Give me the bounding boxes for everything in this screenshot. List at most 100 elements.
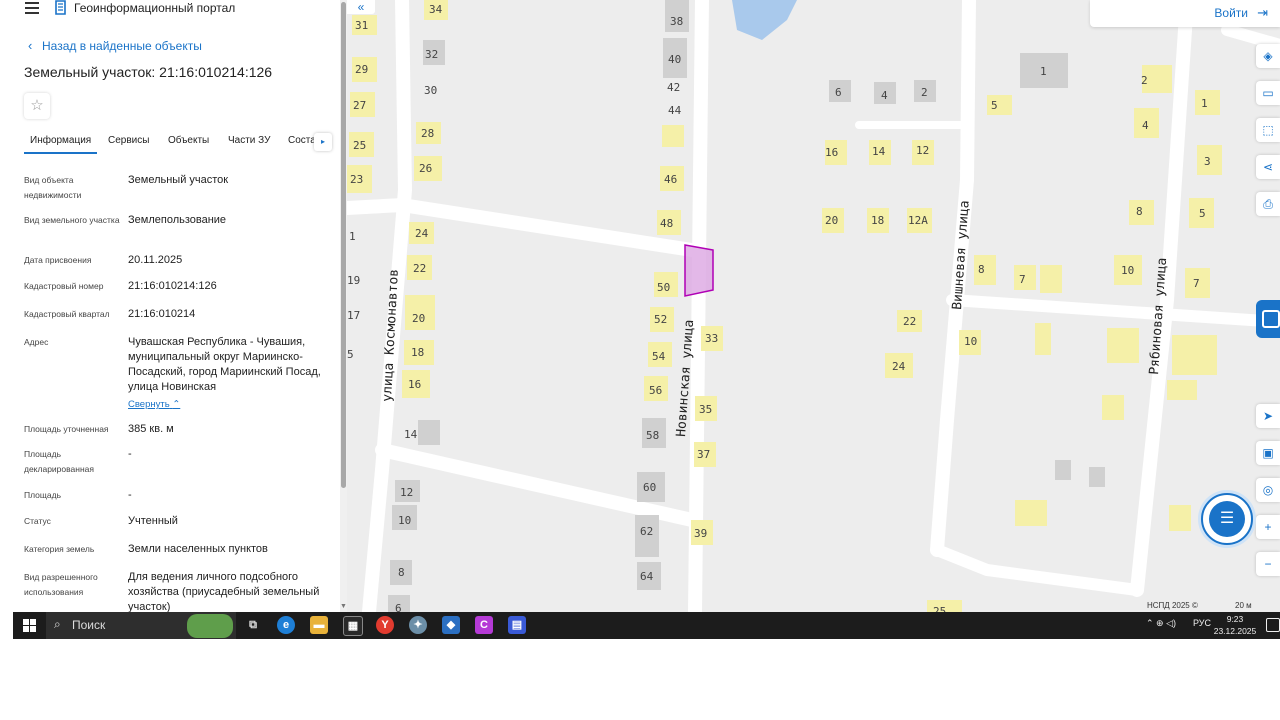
vpn-icon[interactable]: ◆ xyxy=(442,616,460,634)
collapse-label: Свернуть xyxy=(128,399,170,410)
house-number: 52 xyxy=(654,313,667,326)
edge-icon[interactable]: e xyxy=(277,616,295,634)
house-number: 32 xyxy=(425,48,438,61)
detail-label: Адрес xyxy=(24,337,49,347)
street-label: Вишневая улица xyxy=(950,200,973,310)
house-number: 29 xyxy=(355,63,368,76)
house-number: 54 xyxy=(652,350,666,363)
selected-parcel[interactable] xyxy=(684,244,714,297)
house-number: 10 xyxy=(398,514,411,527)
collapse-panel-icon[interactable]: « xyxy=(347,0,375,14)
house-number: 1 xyxy=(349,230,356,243)
back-link[interactable]: ‹ Назад в найденные объекты xyxy=(28,38,202,53)
layers-icon[interactable]: ◈ xyxy=(1256,44,1280,68)
house-number: 23 xyxy=(350,173,363,186)
print-icon[interactable]: ⎙ xyxy=(1256,192,1280,216)
screen: Геоинформационный портал ‹ Назад в найден… xyxy=(0,0,1280,612)
share-icon[interactable]: ⋖ xyxy=(1256,155,1280,179)
search-highlight-icon[interactable] xyxy=(187,614,233,638)
house-number: 12А xyxy=(908,214,928,227)
map-view[interactable]: 34 31 29 27 25 23 32 30 28 26 24 22 20 1… xyxy=(347,0,1280,612)
search-label: Поиск xyxy=(72,618,106,632)
notification-icon[interactable] xyxy=(1266,618,1280,632)
house-number: 1 xyxy=(1040,65,1047,78)
house-number: 5 xyxy=(347,348,354,361)
clock[interactable]: 9:23 23.12.2025 xyxy=(1211,613,1259,637)
scroll-down-icon[interactable]: ▼ xyxy=(340,603,347,610)
tray-icons[interactable]: ⌃ ⊕ ◁) xyxy=(1146,618,1176,629)
map-scale: 20 м xyxy=(1235,601,1252,610)
house-number: 5 xyxy=(991,99,998,112)
clock-date: 23.12.2025 xyxy=(1213,626,1257,636)
chat-button[interactable]: ☰ xyxy=(1201,493,1253,545)
house-number: 24 xyxy=(415,227,429,240)
start-button[interactable] xyxy=(13,612,45,639)
parcel xyxy=(1167,380,1197,400)
house-number: 30 xyxy=(424,84,437,97)
tab-information[interactable]: Информация xyxy=(24,130,98,154)
zoom-in-icon[interactable]: + xyxy=(1256,515,1280,539)
tabs-next-arrow-icon[interactable]: ▸ xyxy=(314,133,332,151)
location-icon[interactable]: ◎ xyxy=(1256,478,1280,502)
sidebar-scrollbar[interactable]: ▼ xyxy=(340,0,347,612)
app-icon[interactable]: ✦ xyxy=(409,616,427,634)
yandex-browser-icon[interactable]: Y xyxy=(376,616,394,634)
select-area-icon[interactable]: ⬚ xyxy=(1256,118,1280,142)
detail-value: Землепользование xyxy=(128,214,227,226)
house-number: 6 xyxy=(835,86,842,99)
house-number: 2 xyxy=(921,86,928,99)
house-number: 27 xyxy=(353,99,366,112)
house-number: 25 xyxy=(933,605,946,612)
road xyxy=(931,544,1143,596)
app-icon[interactable]: ▤ xyxy=(508,616,526,634)
minimap-icon[interactable]: ▣ xyxy=(1256,441,1280,465)
parcel xyxy=(1107,328,1139,363)
detail-value: 21:16:010214:126 xyxy=(128,280,217,292)
app-icon[interactable]: C xyxy=(475,616,493,634)
tab-objects[interactable]: Объекты xyxy=(168,130,209,152)
detail-label: Площадь уточненная xyxy=(24,424,109,434)
task-view-icon[interactable]: ⧉ xyxy=(244,616,262,634)
detail-value: Учтенный xyxy=(128,515,178,527)
detail-label: Категория земель xyxy=(24,544,95,554)
collapse-link[interactable]: Свернуть ⌃ xyxy=(128,397,328,412)
side-panel-toggle-icon[interactable] xyxy=(1256,300,1280,338)
tab-services[interactable]: Сервисы xyxy=(108,130,149,152)
house-number: 7 xyxy=(1193,277,1200,290)
parcel xyxy=(1102,395,1124,420)
menu-icon[interactable] xyxy=(25,2,39,14)
house-number: 42 xyxy=(667,81,680,94)
store-icon[interactable]: ▦ xyxy=(343,616,363,636)
parcel xyxy=(1169,505,1191,531)
detail-label: Кадастровый квартал xyxy=(24,309,110,319)
language-indicator[interactable]: РУС xyxy=(1193,618,1211,628)
detail-value-address: Чувашская Республика - Чувашия, муниципа… xyxy=(128,335,328,412)
house-number: 38 xyxy=(670,15,683,28)
login-label: Войти xyxy=(1214,6,1248,20)
tab-parts[interactable]: Части ЗУ xyxy=(228,130,270,152)
zoom-out-icon[interactable]: − xyxy=(1256,552,1280,576)
parcel xyxy=(662,125,684,147)
detail-label: Кадастровый номер xyxy=(24,281,104,291)
portal-title: Геоинформационный портал xyxy=(74,1,236,15)
house-number: 62 xyxy=(640,525,653,538)
file-explorer-icon[interactable]: ▬ xyxy=(310,616,328,634)
house-number: 7 xyxy=(1019,273,1026,286)
house-number: 56 xyxy=(649,384,662,397)
windows-icon xyxy=(23,619,36,632)
navigation-icon[interactable]: ➤ xyxy=(1256,404,1280,428)
portal-logo-icon xyxy=(55,0,66,15)
road xyxy=(1221,24,1280,51)
scrollbar-thumb[interactable] xyxy=(341,2,346,488)
page-title: Земельный участок: 21:16:010214:126 xyxy=(24,64,273,80)
detail-value: 20.11.2025 xyxy=(128,254,183,266)
house-number: 28 xyxy=(421,127,434,140)
chevron-left-icon: ‹ xyxy=(28,38,33,53)
map-canvas[interactable]: 34 31 29 27 25 23 32 30 28 26 24 22 20 1… xyxy=(347,0,1280,612)
detail-value: Земельный участок xyxy=(128,174,229,186)
favorite-star-icon[interactable]: ☆ xyxy=(24,93,50,119)
parcel xyxy=(1015,500,1047,526)
tab-composition[interactable]: Соста xyxy=(288,130,316,152)
login-button[interactable]: Войти ⇥ xyxy=(1090,0,1280,27)
ruler-icon[interactable]: ▭ xyxy=(1256,81,1280,105)
